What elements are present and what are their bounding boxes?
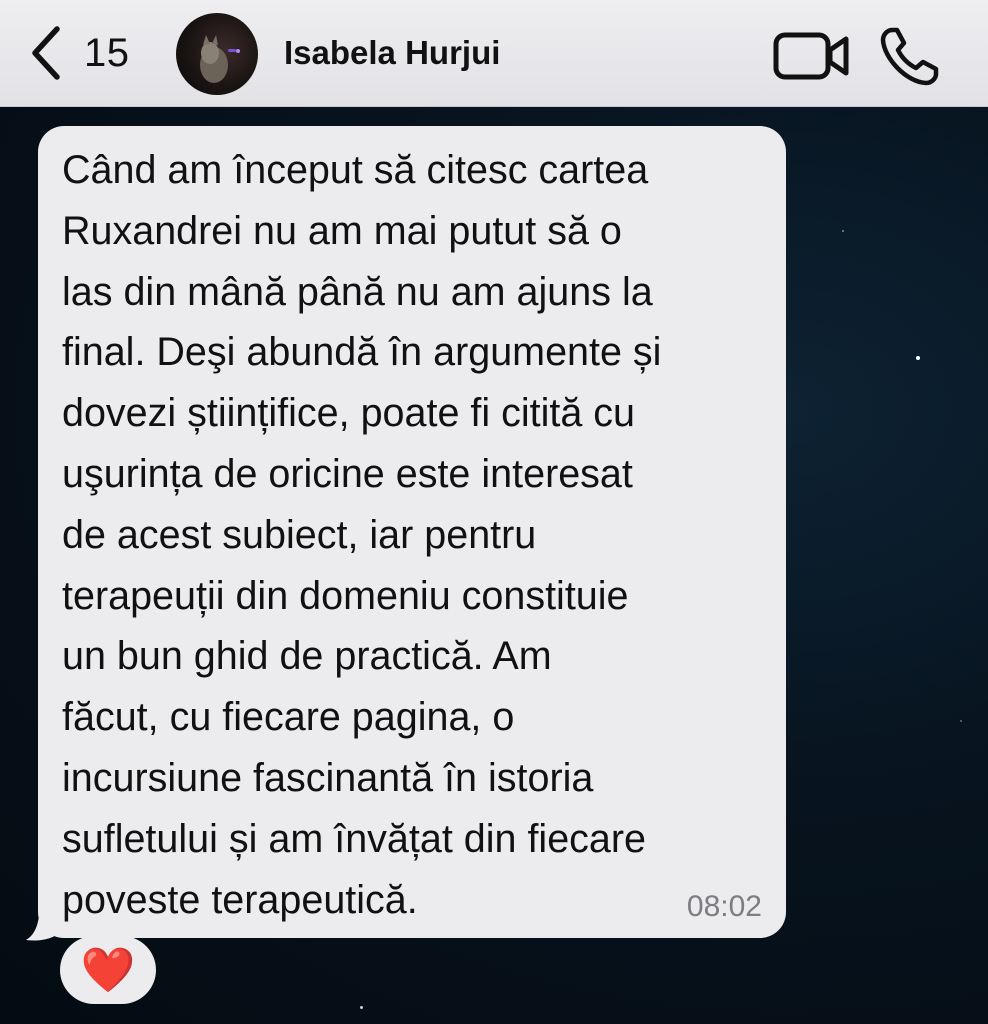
contact-name[interactable]: Isabela Hurjui: [284, 34, 500, 72]
background-star: [960, 720, 962, 722]
message-text: Când am început să citesc cartea Ruxandr…: [62, 148, 662, 922]
message-timestamp: 08:02: [686, 890, 762, 923]
back-button[interactable]: 15: [22, 18, 130, 88]
background-star: [360, 1006, 363, 1009]
chat-header: 15 Isabela Hurjui: [0, 0, 988, 107]
avatar[interactable]: [176, 13, 258, 95]
unread-count: 15: [84, 30, 130, 75]
background-star: [916, 356, 920, 360]
chevron-left-icon: [22, 23, 70, 83]
chat-screen: 15 Isabela Hurjui Când am început să cit…: [0, 0, 988, 1024]
heart-reaction[interactable]: ❤️: [60, 936, 156, 1004]
heart-icon: ❤️: [80, 946, 136, 995]
phone-icon[interactable]: [878, 24, 942, 88]
video-call-icon[interactable]: [772, 28, 852, 84]
background-star: [842, 230, 844, 232]
